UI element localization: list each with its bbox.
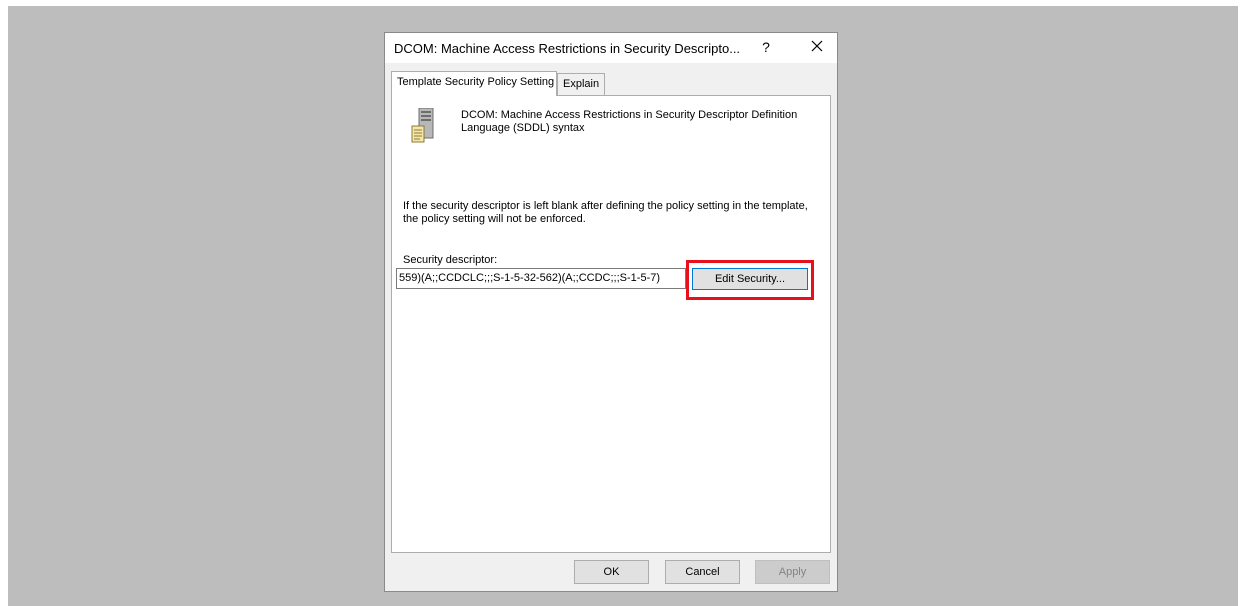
dialog-title: DCOM: Machine Access Restrictions in Sec…	[394, 41, 741, 56]
ok-button[interactable]: OK	[574, 560, 649, 584]
apply-button[interactable]: Apply	[755, 560, 830, 584]
help-button[interactable]: ?	[759, 39, 773, 55]
tab-explain[interactable]: Explain	[557, 73, 605, 95]
close-icon[interactable]	[809, 38, 825, 54]
security-descriptor-field[interactable]: 559)(A;;CCDCLC;;;S-1-5-32-562)(A;;CCDC;;…	[396, 268, 686, 289]
title-bar: DCOM: Machine Access Restrictions in Sec…	[385, 33, 837, 63]
security-descriptor-label: Security descriptor:	[403, 254, 498, 266]
tab-template-security-policy-setting[interactable]: Template Security Policy Setting	[391, 71, 557, 96]
cancel-button[interactable]: Cancel	[665, 560, 740, 584]
server-policy-icon	[411, 108, 434, 143]
policy-heading: DCOM: Machine Access Restrictions in Sec…	[461, 109, 798, 134]
tab-panel: DCOM: Machine Access Restrictions in Sec…	[391, 95, 831, 553]
edit-security-button[interactable]: Edit Security...	[692, 268, 808, 290]
info-text: If the security descriptor is left blank…	[403, 200, 808, 225]
policy-dialog: DCOM: Machine Access Restrictions in Sec…	[384, 32, 838, 592]
